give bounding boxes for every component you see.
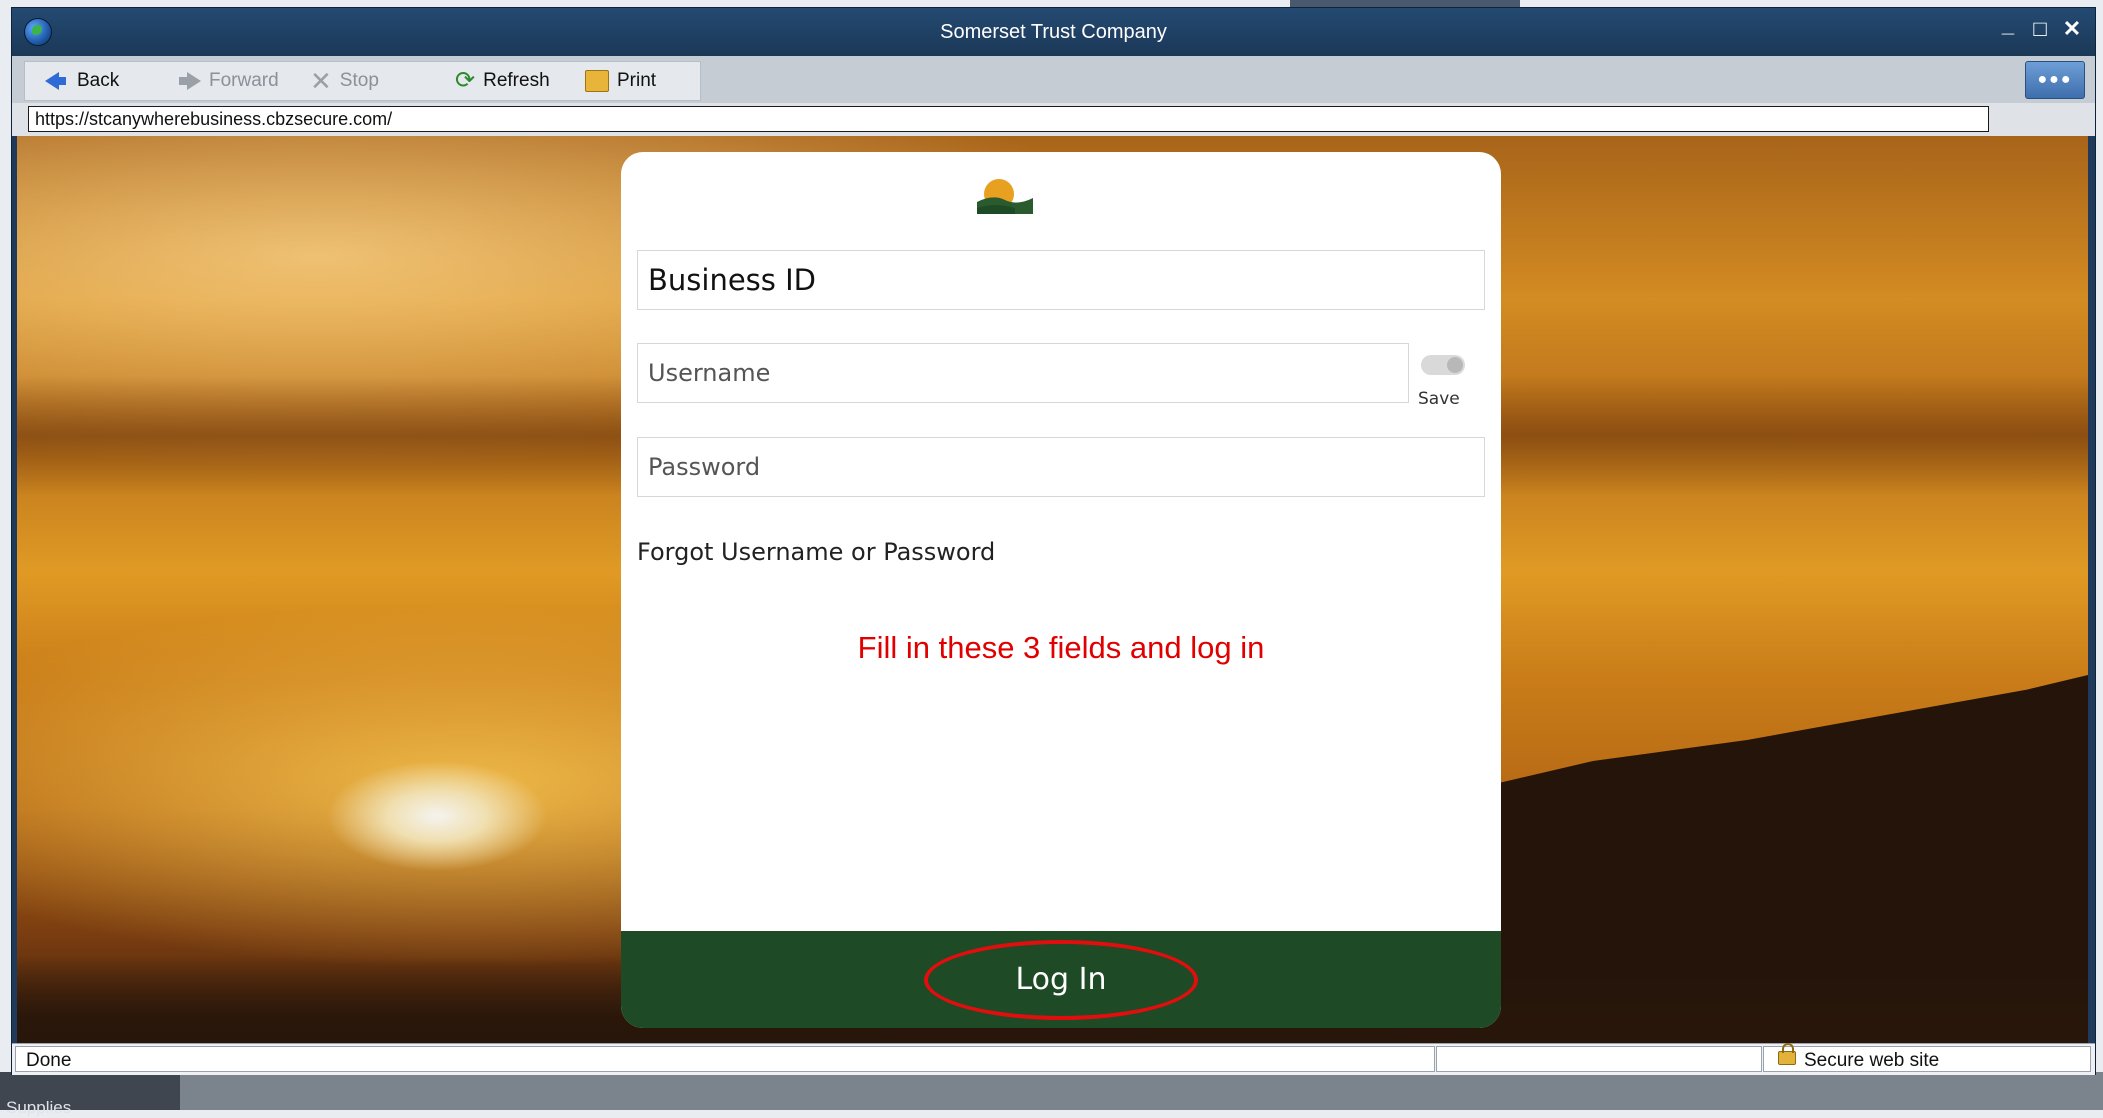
stop-label: Stop xyxy=(339,70,379,91)
save-username-toggle[interactable] xyxy=(1421,355,1465,375)
print-label: Print xyxy=(617,70,657,91)
security-status-cell: Secure web site xyxy=(1763,1043,2091,1072)
forward-button[interactable]: Forward xyxy=(177,62,279,100)
close-icon[interactable]: ✕ xyxy=(2059,16,2085,44)
lock-icon xyxy=(1778,1043,1796,1065)
window-title: Somerset Trust Company xyxy=(940,21,1167,43)
refresh-button[interactable]: ⟳ Refresh xyxy=(455,62,550,100)
back-label: Back xyxy=(77,70,120,91)
annotation-oval xyxy=(924,940,1198,1020)
page-viewport: Save Forgot Username or Password Fill in… xyxy=(17,136,2088,1043)
status-main-cell: Done xyxy=(15,1046,1435,1072)
nav-toolbar: Back Forward ✕ Stop ⟳ Refresh Print ●●● xyxy=(12,56,2095,104)
security-status-text: Secure web site xyxy=(1804,1050,1940,1071)
forward-label: Forward xyxy=(209,70,279,91)
refresh-label: Refresh xyxy=(483,70,550,91)
password-field[interactable] xyxy=(637,437,1485,497)
instruction-annotation: Fill in these 3 fields and log in xyxy=(857,630,1265,665)
status-text: Done xyxy=(26,1050,72,1071)
minimize-icon[interactable]: _ xyxy=(1995,12,2021,40)
forward-arrow-icon xyxy=(179,72,201,90)
back-arrow-icon xyxy=(45,72,66,90)
stop-button[interactable]: ✕ Stop xyxy=(310,62,379,100)
title-bar[interactable]: Somerset Trust Company _ □ ✕ xyxy=(12,8,2095,56)
address-bar xyxy=(12,103,2095,136)
business-id-field[interactable] xyxy=(637,250,1485,310)
refresh-icon: ⟳ xyxy=(455,67,476,94)
printer-icon xyxy=(585,70,609,92)
maximize-icon[interactable]: □ xyxy=(2027,16,2053,44)
browser-window: Somerset Trust Company _ □ ✕ Back Forwar… xyxy=(11,7,2096,1075)
forgot-credentials-link[interactable]: Forgot Username or Password xyxy=(637,538,995,566)
desktop-strip xyxy=(180,1072,2103,1110)
more-options-button[interactable]: ●●● xyxy=(2025,61,2085,99)
save-label: Save xyxy=(1418,389,1460,409)
url-field[interactable] xyxy=(28,106,1989,132)
back-button[interactable]: Back xyxy=(45,62,119,100)
status-bar: Done Secure web site xyxy=(12,1043,2095,1075)
print-button[interactable]: Print xyxy=(585,62,656,100)
status-progress-cell xyxy=(1436,1046,1762,1072)
stop-x-icon: ✕ xyxy=(310,66,332,96)
toolbar-button-group: Back Forward ✕ Stop ⟳ Refresh Print xyxy=(24,61,701,101)
desktop-taskbar-label: Supplies xyxy=(6,1098,72,1117)
login-card: Save Forgot Username or Password Fill in… xyxy=(621,152,1501,1028)
username-field[interactable] xyxy=(637,343,1409,403)
desktop-taskbar-item[interactable]: Supplies xyxy=(0,1072,180,1117)
login-button[interactable]: Log In xyxy=(621,931,1501,1028)
somerset-trust-logo xyxy=(977,179,1033,214)
